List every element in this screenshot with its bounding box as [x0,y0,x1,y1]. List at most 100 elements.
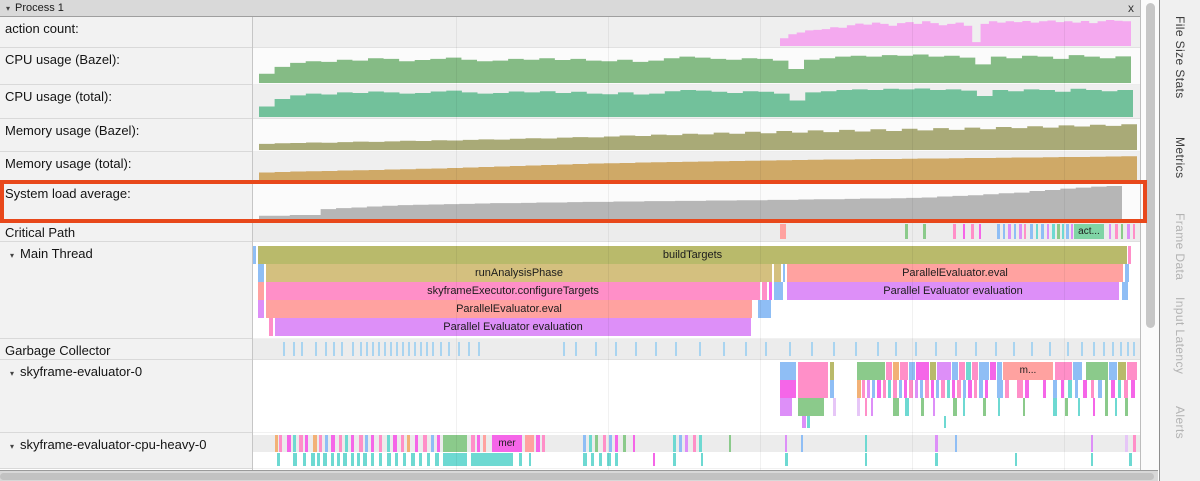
row-label-garbage-collector[interactable]: Garbage Collector [0,339,252,360]
gc-tick[interactable] [1112,342,1114,356]
trace-slice[interactable] [1065,398,1068,416]
trace-slice[interactable] [959,362,965,380]
gc-tick[interactable] [478,342,480,356]
trace-slice[interactable] [952,362,958,380]
trace-slice[interactable] [1071,224,1073,239]
trace-slice[interactable] [997,362,1002,380]
trace-slice[interactable] [916,362,929,380]
trace-slice[interactable] [935,435,938,452]
trace-slice[interactable] [357,453,360,466]
counter-area-chart[interactable] [259,122,1137,150]
trace-slice[interactable] [615,453,618,466]
trace-slice[interactable] [1124,380,1128,398]
trace-slice[interactable] [936,380,939,398]
trace-slice[interactable] [1019,224,1022,239]
trace-slice[interactable] [589,435,592,452]
trace-slice[interactable] [591,453,594,466]
gc-tick[interactable] [995,342,997,356]
trace-slice[interactable] [963,380,966,398]
trace-slice[interactable] [1127,362,1137,380]
trace-slice-parallelevaluator-eval[interactable]: ParallelEvaluator.eval [787,264,1123,282]
trace-slice[interactable] [653,453,655,466]
trace-slice[interactable] [979,380,983,398]
trace-slice[interactable] [536,435,540,452]
trace-slice[interactable] [931,380,934,398]
trace-slice[interactable] [305,435,308,452]
trace-slice[interactable] [1061,380,1064,398]
trace-slice[interactable] [599,453,602,466]
trace-slice[interactable] [1115,224,1118,239]
trace-slice[interactable] [780,380,796,398]
trace-slice[interactable] [1133,224,1135,239]
trace-slice[interactable] [865,435,867,452]
gc-tick[interactable] [955,342,957,356]
trace-slice[interactable] [1005,380,1009,398]
trace-slice[interactable] [909,362,915,380]
trace-slice[interactable] [1023,398,1025,416]
gc-tick[interactable] [1093,342,1095,356]
tab-alerts[interactable]: Alerts [1173,406,1187,439]
trace-slice[interactable] [1078,398,1080,416]
trace-slice[interactable] [933,398,935,416]
trace-slice[interactable] [423,435,427,452]
trace-slice[interactable] [798,398,824,416]
trace-slice[interactable] [974,380,977,398]
gc-tick[interactable] [333,342,335,356]
gc-tick[interactable] [975,342,977,356]
trace-slice[interactable] [275,435,278,452]
trace-slice[interactable] [379,435,382,452]
trace-slice[interactable] [277,453,280,466]
trace-slice[interactable] [1055,362,1072,380]
row-label-action-count[interactable]: action count: [0,17,252,48]
process-titlebar[interactable]: ▾ Process 1 x [0,0,1141,17]
trace-slice[interactable] [1043,380,1046,398]
trace-slice[interactable] [1068,380,1072,398]
trace-slice[interactable] [1115,398,1117,416]
trace-slice[interactable] [701,453,703,466]
trace-slice[interactable] [762,282,767,300]
trace-slice[interactable] [279,435,282,452]
trace-slice[interactable] [615,435,618,452]
trace-slice[interactable] [519,453,522,466]
gc-tick[interactable] [1067,342,1069,356]
trace-slice[interactable] [699,435,702,452]
trace-slice[interactable] [673,435,676,452]
gc-tick[interactable] [1081,342,1083,356]
trace-slice[interactable] [443,435,467,452]
trace-slice[interactable] [1105,398,1108,416]
row-track-main-thread[interactable]: buildTargetsrunAnalysisPhaseParallelEval… [253,242,1140,339]
collapse-arrow-icon[interactable]: ▾ [10,369,14,378]
row-label-main-thread[interactable]: ▾Main Thread [0,242,252,339]
row-track-memory-usage-bazel[interactable] [253,119,1140,152]
trace-slice[interactable] [955,435,957,452]
trace-slice[interactable] [443,453,467,466]
trace-slice[interactable] [785,453,788,466]
vertical-scrollbar[interactable] [1140,0,1159,470]
gc-tick[interactable] [420,342,422,356]
trace-slice[interactable] [833,398,836,416]
trace-slice[interactable] [595,435,598,452]
trace-slice[interactable] [953,398,957,416]
gc-tick[interactable] [877,342,879,356]
gc-tick[interactable] [341,342,343,356]
trace-slice[interactable] [798,362,828,380]
gc-tick[interactable] [390,342,392,356]
trace-slice[interactable] [930,362,936,380]
trace-slice[interactable] [1073,362,1082,380]
trace-slice[interactable] [968,380,972,398]
trace-slice[interactable] [971,224,974,239]
trace-slice[interactable] [1109,362,1117,380]
gc-tick[interactable] [414,342,416,356]
gc-tick[interactable] [699,342,701,356]
trace-slice[interactable] [774,282,783,300]
gc-tick[interactable] [723,342,725,356]
trace-slice[interactable] [921,398,924,416]
tab-file-size-stats[interactable]: File Size Stats [1173,16,1187,99]
trace-slice[interactable] [1121,224,1123,239]
counter-area-chart[interactable] [259,186,1122,219]
trace-slice[interactable] [1030,224,1033,239]
trace-slice[interactable] [857,362,885,380]
trace-slice[interactable] [401,435,404,452]
trace-slice[interactable] [365,435,368,452]
trace-slice[interactable] [337,453,340,466]
